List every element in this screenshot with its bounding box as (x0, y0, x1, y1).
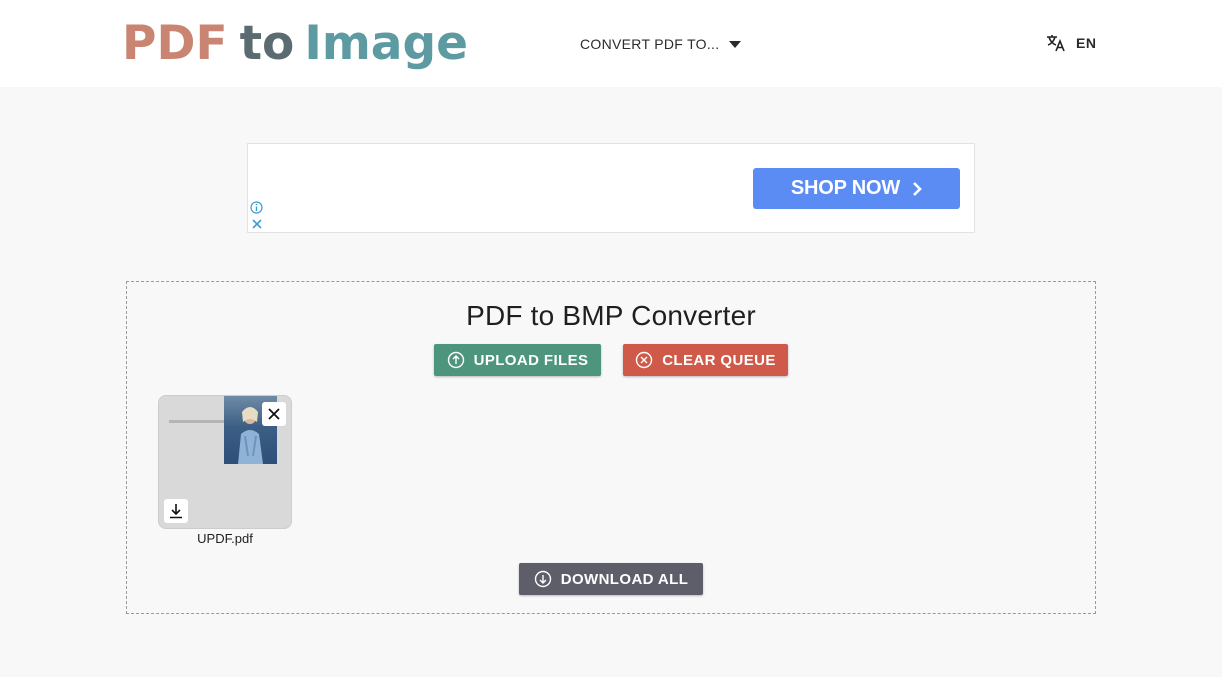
site-logo[interactable]: PDF to Image (122, 14, 468, 74)
convert-dropdown-label: CONVERT PDF TO... (580, 36, 720, 52)
upload-circle-icon (447, 351, 464, 369)
convert-pdf-to-dropdown[interactable]: CONVERT PDF TO... (580, 36, 742, 52)
info-icon[interactable] (250, 201, 263, 214)
upload-files-label: UPLOAD FILES (473, 351, 589, 369)
converter-dropzone[interactable]: PDF to BMP Converter UPLOAD FILES CLEAR … (126, 281, 1096, 614)
caret-down-icon (729, 40, 742, 48)
download-all-button[interactable]: DOWNLOAD ALL (519, 563, 703, 595)
close-circle-icon (636, 351, 653, 369)
logo-text-image: Image (304, 16, 469, 71)
close-icon[interactable] (251, 218, 263, 230)
shop-now-label: SHOP NOW (790, 177, 901, 199)
chevron-right-icon (913, 181, 922, 196)
advertisement-banner[interactable]: SHOP NOW (247, 143, 975, 233)
download-circle-icon (534, 570, 551, 588)
site-header: PDF to Image CONVERT PDF TO... EN (0, 0, 1222, 87)
download-file-button[interactable] (164, 499, 188, 523)
logo-text-pdf: PDF (122, 16, 228, 71)
clear-queue-button[interactable]: CLEAR QUEUE (623, 344, 788, 376)
download-icon (170, 504, 182, 519)
thumbnail-text-line (169, 420, 229, 423)
clear-queue-label: CLEAR QUEUE (662, 351, 776, 369)
file-thumbnail[interactable] (158, 395, 292, 529)
logo-text-to: to (239, 16, 295, 71)
translate-icon (1047, 35, 1065, 52)
page-title: PDF to BMP Converter (466, 300, 756, 331)
upload-files-button[interactable]: UPLOAD FILES (434, 344, 601, 376)
file-name: UPDF.pdf (197, 531, 253, 546)
language-label: EN (1076, 35, 1097, 51)
language-selector[interactable]: EN (1046, 34, 1096, 52)
remove-file-button[interactable] (262, 402, 286, 426)
download-all-label: DOWNLOAD ALL (560, 570, 689, 588)
shop-now-button[interactable]: SHOP NOW (753, 168, 960, 209)
close-icon (268, 408, 280, 420)
